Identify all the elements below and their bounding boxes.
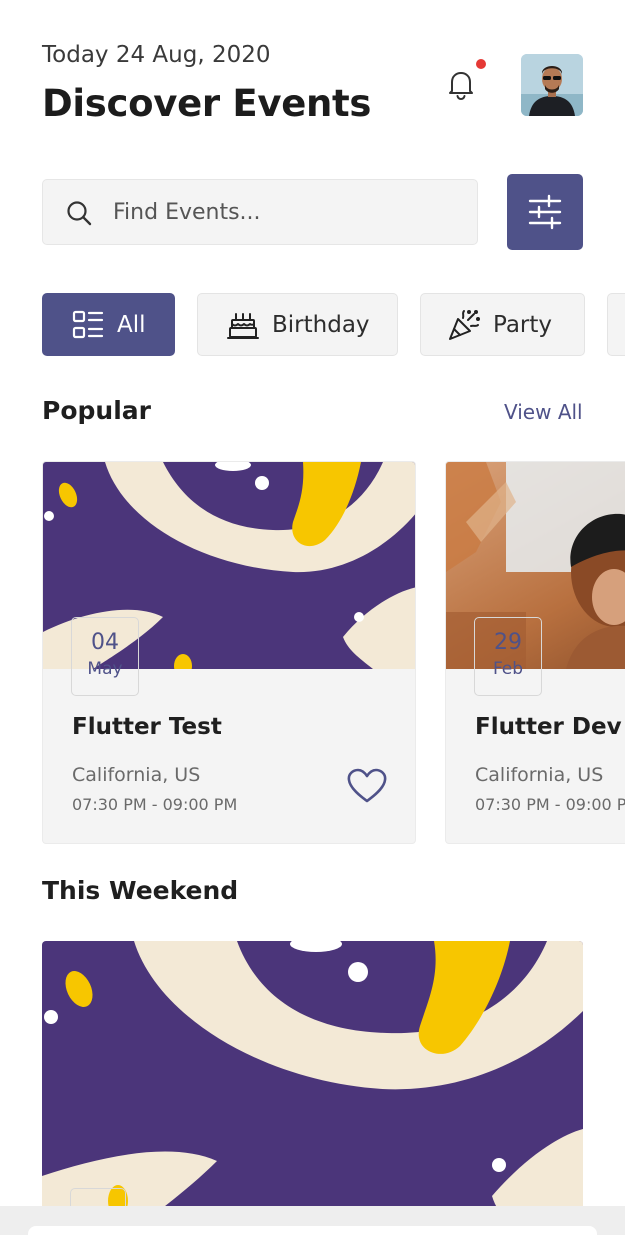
chip-label: All [117, 311, 146, 338]
search-box[interactable] [42, 179, 478, 245]
avatar[interactable] [521, 54, 583, 116]
event-month: Feb [492, 659, 524, 679]
event-day: 04 [91, 630, 119, 655]
weekend-event-card[interactable] [42, 941, 583, 1235]
popular-events-row: 04 May Flutter Test California, US 07:30… [42, 461, 625, 845]
chip-all[interactable]: All [42, 293, 175, 356]
event-title: Flutter Test [72, 714, 222, 740]
event-title: Flutter Dev [475, 714, 622, 740]
view-all-link[interactable]: View All [504, 400, 583, 424]
event-location: California, US [72, 764, 201, 786]
notification-dot [476, 59, 486, 69]
chip-label: Birthday [272, 311, 370, 338]
bottom-navigation [0, 1206, 625, 1235]
event-time: 07:30 PM - 09:00 PM [475, 795, 625, 814]
heart-outline-icon[interactable] [346, 767, 388, 805]
event-card[interactable]: 29 Feb Flutter Dev California, US 07:30 … [445, 461, 625, 844]
event-card[interactable]: 04 May Flutter Test California, US 07:30… [42, 461, 416, 844]
sliders-icon [528, 194, 562, 230]
section-title-popular: Popular [42, 396, 151, 425]
event-month: May [87, 659, 123, 679]
event-location: California, US [475, 764, 604, 786]
chip-label: Party [493, 311, 553, 338]
current-date: Today 24 Aug, 2020 [42, 42, 271, 68]
search-input[interactable] [113, 192, 463, 232]
grid-list-icon [71, 308, 105, 342]
chip-more[interactable] [607, 293, 625, 356]
category-chips: All Birthday Party [42, 293, 625, 357]
event-day: 29 [494, 630, 522, 655]
party-popper-icon [447, 308, 481, 342]
date-badge: 04 May [71, 617, 139, 696]
search-icon [65, 199, 93, 227]
event-time: 07:30 PM - 09:00 PM [72, 795, 238, 814]
date-badge: 29 Feb [474, 617, 542, 696]
section-title-weekend: This Weekend [42, 876, 239, 905]
chip-birthday[interactable]: Birthday [197, 293, 398, 356]
bell-icon[interactable] [441, 64, 481, 104]
cake-icon [226, 308, 260, 342]
page-title: Discover Events [42, 82, 372, 125]
filter-button[interactable] [507, 174, 583, 250]
chip-party[interactable]: Party [420, 293, 585, 356]
bottom-sheet-handle [28, 1226, 597, 1235]
